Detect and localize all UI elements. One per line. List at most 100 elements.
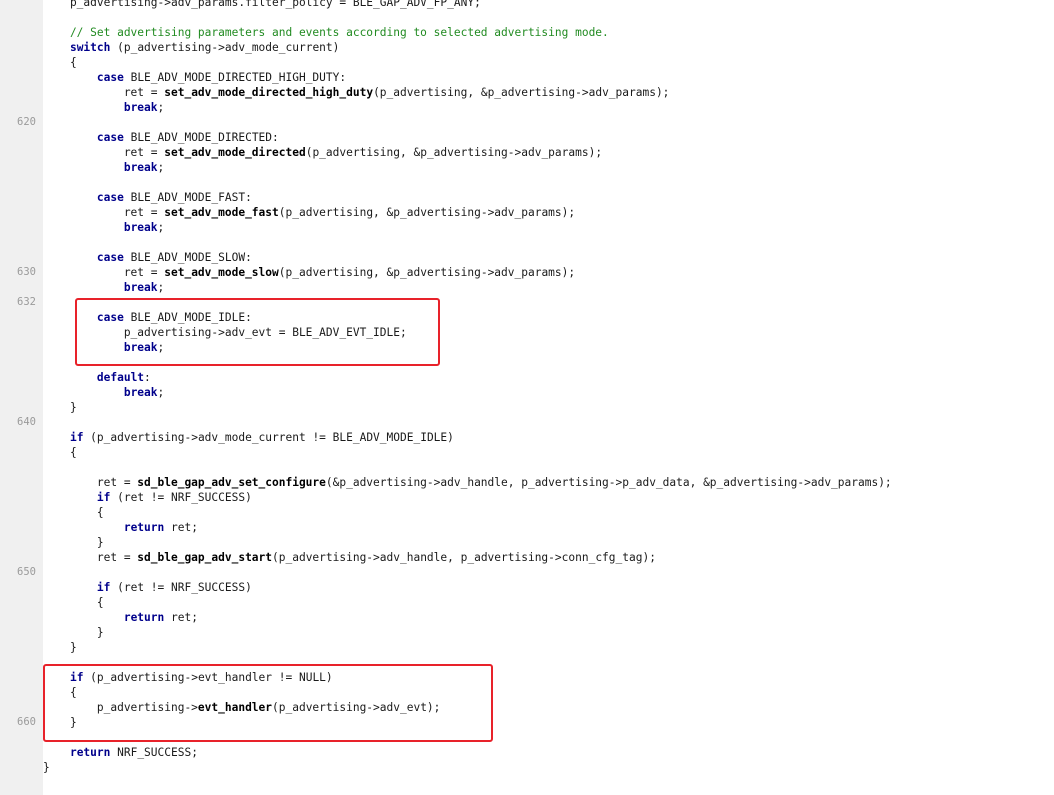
- code-line: case BLE_ADV_MODE_FAST:: [43, 190, 252, 205]
- code-text: NRF_SUCCESS;: [110, 746, 198, 759]
- code-text: ;: [157, 386, 165, 399]
- code-keyword: return: [123, 521, 165, 534]
- code-line: break;: [43, 385, 164, 400]
- code-keyword: if: [69, 431, 84, 444]
- code-text: BLE_ADV_MODE_SLOW:: [123, 251, 252, 264]
- code-line: }: [43, 760, 50, 775]
- code-text: p_advertising->adv_params.filter_policy …: [43, 0, 481, 9]
- code-text: (p_advertising->adv_mode_current != BLE_…: [83, 431, 454, 444]
- code-text: (p_advertising, &p_advertising->adv_para…: [278, 206, 576, 219]
- code-keyword: case: [96, 131, 124, 144]
- highlight-box-idle-case: [75, 298, 440, 366]
- code-text: BLE_ADV_MODE_DIRECTED:: [123, 131, 279, 144]
- line-number: 660: [17, 716, 36, 728]
- code-keyword: case: [96, 191, 124, 204]
- code-line: ret = set_adv_mode_directed_high_duty(p_…: [43, 85, 670, 100]
- code-text: ;: [157, 101, 165, 114]
- code-text: {: [43, 56, 77, 69]
- code-text: ret =: [43, 146, 165, 159]
- code-text: (ret != NRF_SUCCESS): [110, 581, 252, 594]
- code-text: :: [144, 371, 151, 384]
- code-keyword: break: [123, 161, 158, 174]
- line-number: 650: [17, 566, 36, 578]
- line-number: 640: [17, 416, 36, 428]
- code-line: p_advertising->adv_params.filter_policy …: [43, 0, 481, 10]
- code-text: ;: [157, 281, 165, 294]
- code-line: {: [43, 505, 104, 520]
- code-line: case BLE_ADV_MODE_DIRECTED_HIGH_DUTY:: [43, 70, 346, 85]
- line-number: 632: [17, 296, 36, 308]
- code-line: {: [43, 55, 77, 70]
- code-text: ret =: [43, 206, 165, 219]
- code-line: if (ret != NRF_SUCCESS): [43, 490, 252, 505]
- code-text: {: [43, 596, 104, 609]
- code-line: case BLE_ADV_MODE_SLOW:: [43, 250, 252, 265]
- code-text: }: [43, 761, 50, 774]
- code-line: case BLE_ADV_MODE_DIRECTED:: [43, 130, 279, 145]
- code-text: (p_advertising->adv_handle, p_advertisin…: [272, 551, 656, 564]
- code-text: ret =: [43, 551, 138, 564]
- code-line: ret = set_adv_mode_directed(p_advertisin…: [43, 145, 602, 160]
- code-function-name: set_adv_mode_directed: [164, 146, 306, 159]
- code-keyword: if: [96, 491, 111, 504]
- code-line: switch (p_advertising->adv_mode_current): [43, 40, 339, 55]
- code-text: {: [43, 446, 77, 459]
- code-keyword: return: [69, 746, 111, 759]
- code-text: ret =: [43, 266, 165, 279]
- code-line: }: [43, 640, 77, 655]
- code-text: (p_advertising->adv_mode_current): [110, 41, 340, 54]
- code-line: // Set advertising parameters and events…: [43, 25, 609, 40]
- code-line: default:: [43, 370, 151, 385]
- code-text: ret =: [43, 476, 138, 489]
- code-text: }: [43, 401, 77, 414]
- code-text: ;: [157, 221, 165, 234]
- code-text: BLE_ADV_MODE_FAST:: [123, 191, 252, 204]
- highlight-box-evt-handler: [43, 664, 493, 742]
- code-line: ret = set_adv_mode_slow(p_advertising, &…: [43, 265, 575, 280]
- code-text: (p_advertising, &p_advertising->adv_para…: [373, 86, 670, 99]
- code-text: }: [43, 536, 104, 549]
- code-keyword: return: [123, 611, 165, 624]
- code-function-name: set_adv_mode_fast: [164, 206, 279, 219]
- code-line: {: [43, 595, 104, 610]
- code-keyword: if: [96, 581, 111, 594]
- code-keyword: switch: [69, 41, 111, 54]
- code-line: break;: [43, 100, 164, 115]
- code-text: ret =: [43, 86, 165, 99]
- code-line: }: [43, 535, 104, 550]
- code-keyword: break: [123, 101, 158, 114]
- code-line: return ret;: [43, 520, 198, 535]
- code-text: }: [43, 626, 104, 639]
- code-line: }: [43, 400, 77, 415]
- code-line: if (ret != NRF_SUCCESS): [43, 580, 252, 595]
- code-text: BLE_ADV_MODE_DIRECTED_HIGH_DUTY:: [123, 71, 347, 84]
- code-keyword: default: [96, 371, 145, 384]
- code-text: {: [43, 506, 104, 519]
- code-function-name: set_adv_mode_slow: [164, 266, 279, 279]
- code-line: break;: [43, 220, 164, 235]
- code-line: return NRF_SUCCESS;: [43, 745, 198, 760]
- code-line: return ret;: [43, 610, 198, 625]
- code-function-name: sd_ble_gap_adv_set_configure: [137, 476, 326, 489]
- code-line: break;: [43, 280, 164, 295]
- code-keyword: break: [123, 221, 158, 234]
- code-text: ret;: [164, 521, 198, 534]
- code-line: {: [43, 445, 77, 460]
- code-function-name: set_adv_mode_directed_high_duty: [164, 86, 374, 99]
- code-line: ret = sd_ble_gap_adv_set_configure(&p_ad…: [43, 475, 892, 490]
